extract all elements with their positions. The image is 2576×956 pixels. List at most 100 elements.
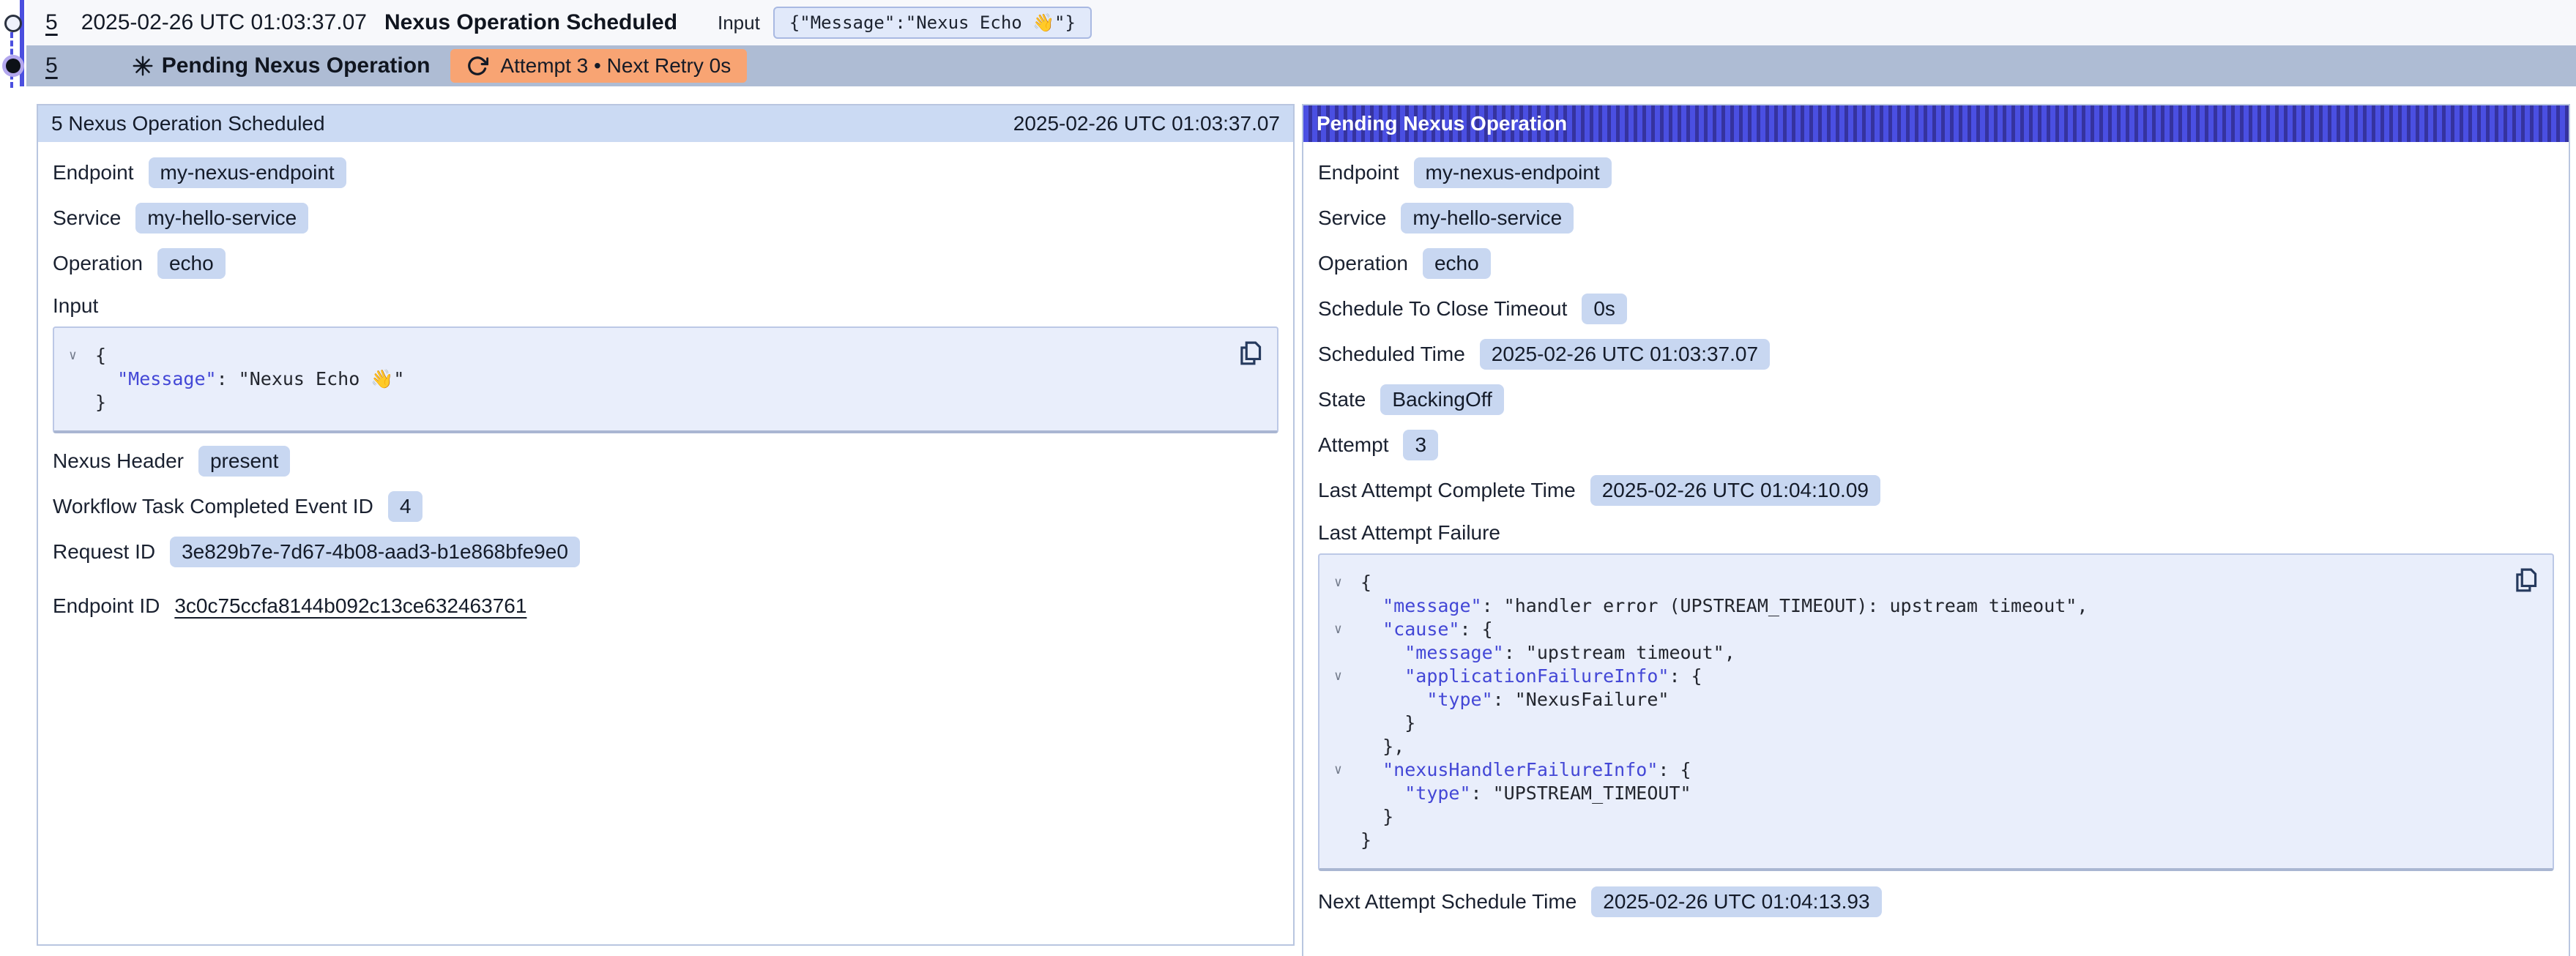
left-panel-header: 5 Nexus Operation Scheduled 2025-02-26 U…	[38, 105, 1293, 142]
nexus-header-row: Nexus Headerpresent	[53, 445, 1278, 477]
retry-attempt-badge: Attempt 3 • Next Retry 0s	[450, 49, 747, 83]
schedule-to-close-timeout-row: Schedule To Close Timeout 0s	[1318, 293, 2554, 325]
collapse-caret-icon[interactable]: ∨	[1334, 668, 1342, 685]
pending-asterisk-icon	[133, 56, 153, 76]
timeline-event-dot-open[interactable]	[4, 15, 22, 32]
field-value-badge: 4	[388, 491, 423, 522]
json-text: : {	[1658, 759, 1691, 780]
event-input-preview-group: Input {"Message":"Nexus Echo 👋"}	[718, 0, 1092, 45]
event-row-pending[interactable]: 5 Pending Nexus Operation Attempt 3 • Ne…	[26, 45, 2576, 86]
json-text	[1360, 689, 1426, 710]
field-label: Scheduled Time	[1318, 343, 1465, 366]
input-preview-chip: {"Message":"Nexus Echo 👋"}	[773, 7, 1092, 39]
timeline-event-dot-selected[interactable]	[6, 59, 21, 73]
field-label: Nexus Header	[53, 449, 184, 473]
field-value-badge: 2025-02-26 UTC 01:04:10.09	[1590, 475, 1880, 506]
event-title: Nexus Operation Scheduled	[384, 10, 677, 35]
field-label: Operation	[53, 252, 143, 275]
field-label: Service	[1318, 206, 1386, 230]
json-text: }	[1360, 712, 1415, 733]
service-row: Servicemy-hello-service	[1318, 202, 2554, 234]
json-text: {	[1360, 572, 1371, 593]
code-line: }	[1360, 805, 2503, 829]
field-value-badge: my-nexus-endpoint	[149, 157, 346, 188]
json-text: : "UPSTREAM_TIMEOUT"	[1471, 783, 1691, 804]
copy-icon	[2514, 568, 2538, 593]
event-row-scheduled[interactable]: 5 2025-02-26 UTC 01:03:37.07 Nexus Opera…	[26, 0, 2576, 47]
json-text: : "Nexus Echo 👋"	[217, 368, 405, 389]
input-label: Input	[718, 12, 760, 34]
field-label: Endpoint	[53, 161, 134, 184]
code-line: "message": "upstream timeout",	[1360, 641, 2503, 665]
input-field-label: Input	[53, 294, 1278, 318]
copy-button[interactable]	[2514, 568, 2539, 593]
endpoint-id-row: Endpoint ID 3c0c75ccfa8144b092c13ce632463…	[53, 590, 1278, 622]
collapse-caret-icon[interactable]: ∨	[1334, 574, 1342, 591]
collapse-caret-icon[interactable]: ∨	[1334, 761, 1342, 779]
endpoint-row: Endpoint my-nexus-endpoint	[53, 157, 1278, 189]
last-attempt-complete-time-row: Last Attempt Complete Time 2025-02-26 UTC…	[1318, 474, 2554, 507]
field-value-badge: 2025-02-26 UTC 01:04:13.93	[1591, 886, 1881, 917]
left-panel-timestamp: 2025-02-26 UTC 01:03:37.07	[1013, 112, 1280, 135]
failure-json-lines: ∨{ "message": "handler error (UPSTREAM_T…	[1360, 571, 2503, 852]
right-panel-rows-top: Endpointmy-nexus-endpoint Servicemy-hello…	[1303, 157, 2569, 507]
left-panel-rows-top: Endpoint my-nexus-endpoint Service my-hello…	[38, 157, 1293, 280]
json-text: : {	[1669, 665, 1702, 687]
json-text: : "upstream timeout",	[1504, 642, 1735, 663]
json-text: {	[95, 345, 106, 366]
field-label: Endpoint	[1318, 161, 1399, 184]
operation-row: Operationecho	[53, 247, 1278, 280]
field-label: Last Attempt Complete Time	[1318, 479, 1576, 502]
retry-icon	[466, 55, 488, 77]
field-value-badge: 3	[1403, 430, 1438, 460]
copy-icon	[1239, 341, 1262, 366]
field-value-link[interactable]: 3c0c75ccfa8144b092c13ce632463761	[174, 594, 526, 618]
json-text	[1360, 665, 1404, 687]
copy-button[interactable]	[1239, 341, 1264, 366]
field-label: State	[1318, 388, 1366, 411]
scheduled-event-detail-panel: 5 Nexus Operation Scheduled 2025-02-26 U…	[37, 104, 1295, 946]
field-value-badge: 3e829b7e-7d67-4b08-aad3-b1e868bfe9e0	[170, 537, 580, 567]
code-line: "type": "NexusFailure"	[1360, 688, 2503, 712]
json-key: "cause"	[1382, 619, 1459, 640]
json-text: },	[1360, 736, 1404, 757]
retry-badge-label: Attempt 3 • Next Retry 0s	[500, 54, 731, 78]
pending-nexus-operation-panel: Pending Nexus Operation Endpointmy-nexus…	[1302, 104, 2570, 956]
field-label: Schedule To Close Timeout	[1318, 297, 1567, 321]
event-id-link[interactable]: 5	[45, 10, 58, 35]
attempt-row: Attempt 3	[1318, 429, 2554, 461]
right-panel-title: Pending Nexus Operation	[1317, 112, 1567, 135]
field-label: Endpoint ID	[53, 594, 160, 618]
field-label: Service	[53, 206, 121, 230]
timeline-accent-bar	[20, 0, 24, 86]
field-value-badge: echo	[1423, 248, 1491, 279]
json-key: "message"	[1382, 595, 1481, 616]
field-value-badge: 0s	[1582, 294, 1627, 324]
code-line: "message": "handler error (UPSTREAM_TIME…	[1360, 594, 2503, 618]
code-line: }	[95, 391, 1227, 414]
json-text	[1360, 642, 1404, 663]
left-panel-title: 5 Nexus Operation Scheduled	[51, 112, 325, 135]
json-key: "applicationFailureInfo"	[1404, 665, 1669, 687]
field-label: Operation	[1318, 252, 1408, 275]
collapse-caret-icon[interactable]: ∨	[1334, 621, 1342, 638]
field-value-badge: my-hello-service	[135, 203, 308, 234]
collapse-caret-icon[interactable]: ∨	[69, 347, 77, 365]
code-line: }	[1360, 712, 2503, 735]
field-label: Attempt	[1318, 433, 1388, 457]
code-line: ∨{	[1360, 571, 2503, 594]
event-id-link[interactable]: 5	[45, 53, 58, 78]
code-line: ∨{	[95, 344, 1227, 367]
json-text: }	[1360, 829, 1371, 851]
json-key: "message"	[1404, 642, 1503, 663]
json-text	[1360, 619, 1382, 640]
event-title: Pending Nexus Operation	[162, 53, 431, 78]
service-row: Service my-hello-service	[53, 202, 1278, 234]
failure-json-block: ∨{ "message": "handler error (UPSTREAM_T…	[1318, 553, 2554, 871]
request-id-row: Request ID3e829b7e-7d67-4b08-aad3-b1e868…	[53, 536, 1278, 568]
json-text	[1360, 595, 1382, 616]
endpoint-row: Endpointmy-nexus-endpoint	[1318, 157, 2554, 189]
code-line: }	[1360, 829, 2503, 852]
last-attempt-failure-label: Last Attempt Failure	[1318, 521, 2554, 545]
json-key: "Message"	[117, 368, 216, 389]
